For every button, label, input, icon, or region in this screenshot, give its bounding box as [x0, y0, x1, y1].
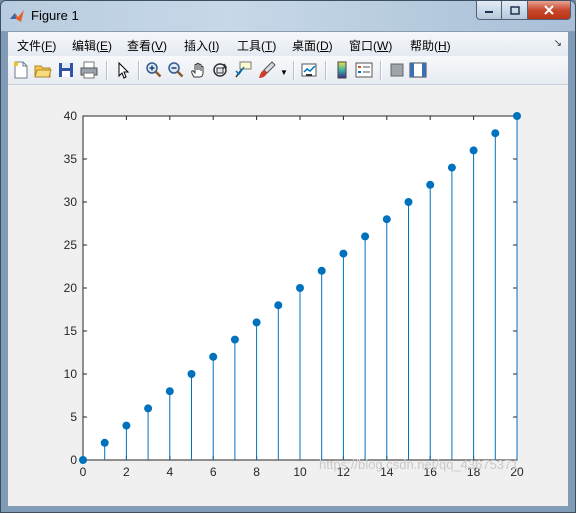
caption-buttons [476, 1, 571, 21]
brush-icon[interactable] [258, 61, 276, 79]
toolbar-separator [293, 61, 295, 80]
stem-marker [274, 301, 283, 310]
y-tick-label: 35 [64, 152, 78, 166]
figure-toolbar: ▼ [8, 56, 568, 85]
x-tick-label: 6 [210, 465, 217, 479]
y-tick-label: 25 [64, 238, 78, 252]
open-file-icon[interactable] [34, 61, 52, 79]
x-tick-label: 0 [80, 465, 87, 479]
menu-window[interactable]: 窗口(W) [349, 37, 392, 54]
y-tick-label: 5 [70, 410, 77, 424]
x-tick-label: 10 [293, 465, 307, 479]
hide-plot-tools-icon[interactable] [388, 61, 406, 79]
stem-marker [79, 456, 87, 464]
print-icon[interactable] [80, 61, 98, 79]
stem-marker [339, 249, 348, 258]
x-tick-label: 8 [253, 465, 260, 479]
stem-marker [122, 421, 131, 430]
colorbar-icon[interactable] [333, 61, 351, 79]
zoom-out-icon[interactable] [167, 61, 185, 79]
y-tick-label: 0 [70, 453, 77, 467]
save-icon[interactable] [57, 61, 75, 79]
maximize-icon [509, 5, 520, 15]
pointer-icon[interactable] [114, 61, 132, 79]
matlab-logo-icon [10, 10, 24, 22]
stem-marker [491, 129, 500, 138]
stem-marker [361, 232, 370, 241]
watermark-text: https://blog.csdn.net/qq_43675371 [319, 457, 519, 472]
menu-insert[interactable]: 插入(I) [184, 37, 219, 54]
minimize-button[interactable] [476, 1, 502, 20]
stem-plot: 0 2 4 6 8 10 12 14 16 18 200510152025303540 [64, 109, 524, 479]
pan-hand-icon[interactable] [189, 61, 207, 79]
legend-icon[interactable] [355, 61, 373, 79]
figure-canvas[interactable]: 0 2 4 6 8 10 12 14 16 18 20 0 5 10 15 20 25 30 35 40 [8, 85, 568, 506]
title-bar[interactable]: Figure 1 [1, 1, 575, 31]
menubar-expand-icon[interactable]: ↘ [554, 38, 562, 49]
x-tick-label: 2 [123, 465, 130, 479]
figure-client-area: 文件(F) 编辑(E) 查看(V) 插入(I) 工具(T) 桌面(D) 窗口(W… [7, 31, 569, 507]
toolbar-separator [106, 61, 108, 80]
menu-help[interactable]: 帮助(H) [410, 37, 451, 54]
rotate-3d-icon[interactable] [211, 61, 229, 79]
y-tick-label: 20 [64, 281, 78, 295]
toolbar-separator [380, 61, 382, 80]
brush-dropdown-icon[interactable]: ▼ [280, 68, 298, 86]
menu-desktop[interactable]: 桌面(D) [292, 37, 333, 54]
stem-marker [165, 387, 174, 396]
stem-marker [447, 163, 456, 172]
stem-marker [296, 284, 304, 292]
y-tick-label: 30 [64, 195, 78, 209]
window-title: Figure 1 [31, 8, 79, 23]
stem-marker [426, 180, 435, 189]
toolbar-separator [325, 61, 327, 80]
stem-marker [209, 352, 218, 361]
toolbar-separator [138, 61, 140, 80]
y-tick-label: 10 [64, 367, 78, 381]
data-cursor-icon[interactable] [234, 61, 252, 79]
stem-marker [513, 112, 521, 120]
close-button[interactable] [528, 1, 571, 20]
stem-marker [469, 146, 478, 155]
menu-file[interactable]: 文件(F) [17, 37, 56, 54]
close-icon [544, 5, 554, 15]
maximize-button[interactable] [502, 1, 528, 20]
x-tick-label: 4 [166, 465, 173, 479]
stem-marker [230, 335, 239, 344]
stem-marker [187, 370, 196, 378]
menu-bar: 文件(F) 编辑(E) 查看(V) 插入(I) 工具(T) 桌面(D) 窗口(W… [8, 32, 568, 56]
minimize-icon [485, 11, 493, 13]
stem-marker [100, 438, 109, 447]
stem-marker [317, 266, 326, 275]
new-figure-icon[interactable] [12, 61, 30, 79]
y-tick-label: 15 [64, 324, 78, 338]
menu-view[interactable]: 查看(V) [127, 37, 167, 54]
stem-marker [404, 198, 413, 206]
y-tick-label: 40 [64, 109, 78, 123]
figure-window: Figure 1 文件(F) 编辑(E) 查看(V) 插入(I) 工具(T) 桌… [0, 0, 576, 513]
stem-marker [382, 215, 391, 224]
menu-tools[interactable]: 工具(T) [237, 37, 276, 54]
zoom-in-icon[interactable] [145, 61, 163, 79]
stem-marker [144, 404, 153, 413]
show-plot-tools-icon[interactable] [409, 61, 427, 79]
menu-edit[interactable]: 编辑(E) [72, 37, 112, 54]
link-plot-icon[interactable] [300, 61, 318, 79]
stem-marker [252, 318, 261, 327]
